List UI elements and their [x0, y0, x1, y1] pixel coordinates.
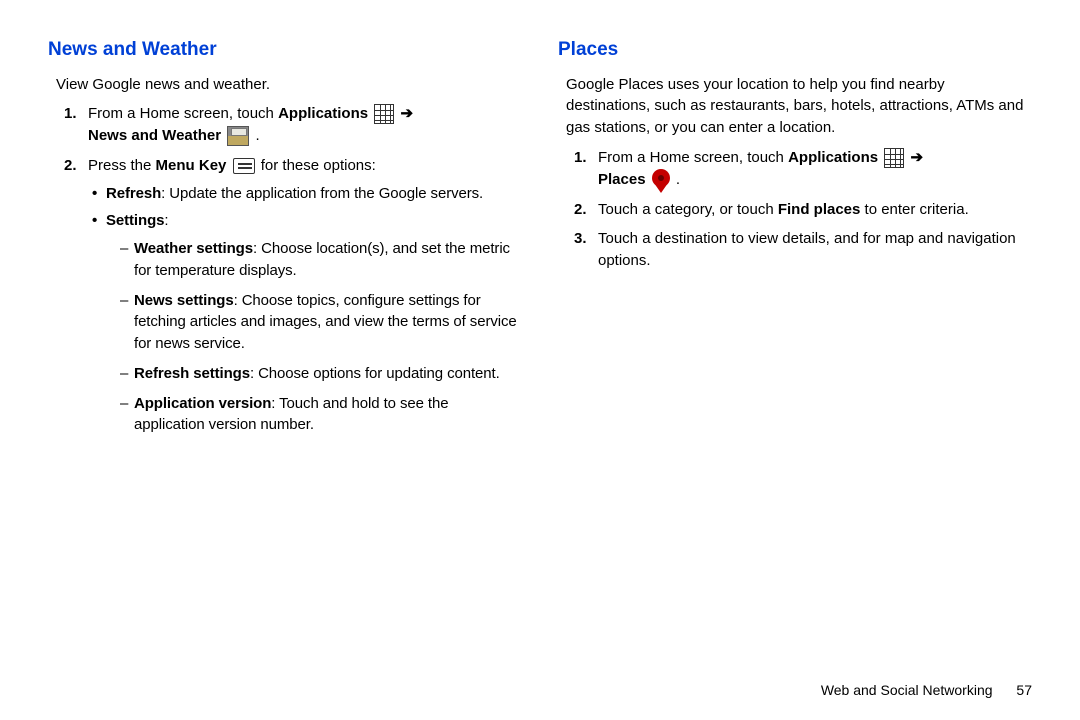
step-number: 1. — [64, 103, 88, 147]
sub-refresh-settings: Refresh settings: Choose options for upd… — [120, 363, 522, 385]
option-refresh: Refresh: Update the application from the… — [92, 183, 522, 205]
heading-news-weather: News and Weather — [48, 36, 522, 64]
sub-application-version: Application version: Touch and hold to s… — [120, 393, 522, 437]
options-list: Refresh: Update the application from the… — [92, 183, 522, 445]
applications-label: Applications — [278, 105, 368, 122]
step-number: 1. — [574, 147, 598, 191]
places-label: Places — [598, 171, 646, 188]
page-footer: Web and Social Networking 57 — [821, 682, 1032, 698]
label: Settings — [106, 212, 164, 229]
sub-weather-settings: Weather settings: Choose location(s), an… — [120, 238, 522, 282]
text: From a Home screen, touch — [598, 149, 788, 166]
text: . — [672, 171, 680, 188]
applications-icon — [884, 148, 904, 168]
label: Refresh — [106, 185, 161, 202]
page-columns: News and Weather View Google news and we… — [48, 36, 1032, 680]
settings-sublist: Weather settings: Choose location(s), an… — [120, 238, 522, 436]
label: News settings — [134, 292, 234, 309]
arrow-icon: ➔ — [910, 149, 923, 166]
step-body: Press the Menu Key for these options: Re… — [88, 155, 522, 450]
find-places-label: Find places — [778, 201, 861, 218]
label: Refresh settings — [134, 365, 250, 382]
text: Touch a category, or touch — [598, 201, 778, 218]
intro-places: Google Places uses your location to help… — [566, 74, 1032, 139]
footer-page-number: 57 — [1016, 682, 1032, 698]
step-body: From a Home screen, touch Applications ➔… — [88, 103, 522, 147]
applications-icon — [374, 104, 394, 124]
option-settings: Settings: Weather settings: Choose locat… — [92, 210, 522, 444]
places-pin-icon — [652, 169, 670, 191]
left-column: News and Weather View Google news and we… — [48, 36, 522, 680]
text: : — [164, 212, 168, 229]
steps-news-weather: 1. From a Home screen, touch Application… — [64, 103, 522, 450]
step-2: 2. Press the Menu Key for these options:… — [64, 155, 522, 450]
heading-places: Places — [558, 36, 1032, 64]
news-weather-label: News and Weather — [88, 127, 221, 144]
text: Press the — [88, 157, 156, 174]
footer-section: Web and Social Networking — [821, 682, 993, 698]
steps-places: 1. From a Home screen, touch Application… — [574, 147, 1032, 272]
step-2: 2. Touch a category, or touch Find place… — [574, 199, 1032, 221]
step-number: 2. — [574, 199, 598, 221]
news-weather-icon — [227, 126, 249, 146]
label: Application version — [134, 395, 271, 412]
step-body: From a Home screen, touch Applications ➔… — [598, 147, 1032, 191]
text: . — [251, 127, 259, 144]
right-column: Places Google Places uses your location … — [558, 36, 1032, 680]
arrow-icon: ➔ — [400, 105, 413, 122]
applications-label: Applications — [788, 149, 878, 166]
step-number: 2. — [64, 155, 88, 450]
menu-key-icon — [233, 158, 255, 174]
step-body: Touch a category, or touch Find places t… — [598, 199, 1032, 221]
sub-news-settings: News settings: Choose topics, configure … — [120, 290, 522, 355]
text: : Choose options for updating content. — [250, 365, 500, 382]
step-1: 1. From a Home screen, touch Application… — [574, 147, 1032, 191]
step-number: 3. — [574, 228, 598, 272]
label: Weather settings — [134, 240, 253, 257]
text: From a Home screen, touch — [88, 105, 278, 122]
text: : Update the application from the Google… — [161, 185, 483, 202]
intro-news-weather: View Google news and weather. — [56, 74, 522, 96]
step-3: 3. Touch a destination to view details, … — [574, 228, 1032, 272]
step-1: 1. From a Home screen, touch Application… — [64, 103, 522, 147]
step-body: Touch a destination to view details, and… — [598, 228, 1032, 272]
menu-key-label: Menu Key — [156, 157, 227, 174]
text: for these options: — [257, 157, 376, 174]
text: to enter criteria. — [860, 201, 968, 218]
